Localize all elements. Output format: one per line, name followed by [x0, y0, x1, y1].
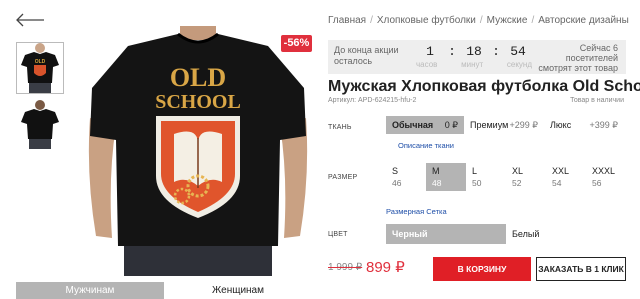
color-option-white[interactable]: Белый	[506, 224, 626, 244]
timer-digits: 1 : 18 : 54	[420, 44, 528, 59]
fabric-option-premium[interactable]: Премиум +299 ₽	[464, 116, 544, 134]
breadcrumb-mens[interactable]: Мужские	[487, 15, 528, 26]
breadcrumb-separator: /	[479, 15, 483, 26]
size-letter: S	[392, 166, 399, 176]
svg-text:OLD: OLD	[35, 59, 46, 65]
print-text-school: SCHOOL	[155, 91, 241, 113]
tab-women[interactable]: Женщинам	[164, 282, 312, 299]
fabric-options: Обычная 0 ₽ Премиум +299 ₽ Люкс +399 ₽	[386, 116, 626, 134]
breadcrumb-author-designs[interactable]: Авторские дизайны	[538, 15, 629, 26]
fabric-option-name: Премиум	[470, 120, 509, 130]
size-number: 54	[552, 178, 562, 188]
color-option-black[interactable]: Черный	[386, 224, 506, 244]
size-number: 56	[592, 178, 602, 188]
size-options: S 46 M 48 L 50 XL 52 XXL 54 XXXL 56	[386, 163, 626, 191]
product-sku: Артикул: APD-624215-hfu-2	[328, 97, 417, 104]
timer-colon: :	[448, 44, 456, 59]
size-number: 50	[472, 178, 482, 188]
fabric-option-price: +299 ₽	[509, 119, 539, 130]
fabric-option-regular[interactable]: Обычная 0 ₽	[386, 116, 464, 134]
breadcrumb-home[interactable]: Главная	[328, 15, 366, 26]
product-main-image: OLD SCHOOL	[82, 26, 314, 276]
size-option-xl[interactable]: XL 52	[506, 163, 546, 191]
timer-colon: :	[492, 44, 500, 59]
timer-seconds: 54	[510, 44, 526, 59]
size-number: 48	[432, 178, 442, 188]
fabric-option-name: Люкс	[550, 120, 572, 130]
color-options: Черный Белый	[386, 224, 626, 244]
tshirt-back-thumbnail-image	[17, 99, 63, 149]
size-label: РАЗМЕР	[328, 174, 358, 181]
breadcrumb-separator: /	[370, 15, 373, 26]
size-letter: XL	[512, 166, 524, 176]
timer-unit-hours: часов	[416, 60, 438, 69]
tshirt-front-thumbnail-image: OLD	[17, 43, 63, 93]
breadcrumb-separator: /	[531, 15, 535, 26]
tab-men[interactable]: Мужчинам	[16, 282, 164, 299]
size-chart-link[interactable]: Размерная Сетка	[386, 207, 447, 216]
size-option-xxl[interactable]: XXL 54	[546, 163, 586, 191]
discount-badge: -56%	[281, 35, 312, 52]
size-letter: M	[432, 166, 440, 176]
fabric-option-lux[interactable]: Люкс +399 ₽	[544, 116, 624, 134]
timer-hours: 1	[426, 44, 434, 59]
color-label: ЦВЕТ	[328, 231, 348, 238]
sale-price: 899 ₽	[366, 259, 405, 276]
fabric-option-price: 0 ₽	[444, 119, 458, 130]
timer-minutes: 18	[466, 44, 482, 59]
size-option-m[interactable]: M 48	[426, 163, 466, 191]
size-number: 52	[512, 178, 522, 188]
viewers-count-text: Сейчас 6 посетителей смотрят этот товар	[538, 43, 618, 73]
add-to-cart-button[interactable]: В КОРЗИНУ	[433, 257, 531, 281]
timer-unit-minutes: минут	[461, 60, 484, 69]
fabric-option-price: +399 ₽	[589, 119, 619, 130]
back-arrow-icon[interactable]	[14, 12, 46, 28]
size-option-s[interactable]: S 46	[386, 163, 426, 191]
breadcrumb-cotton-tshirts[interactable]: Хлопковые футболки	[377, 15, 476, 26]
breadcrumb: Главная / Хлопковые футболки / Мужские / Автор…	[328, 15, 629, 26]
old-price: 1 999 ₽	[328, 262, 363, 273]
gender-tabs: Мужчинам Женщинам	[16, 282, 312, 299]
tshirt-illustration: OLD SCHOOL	[82, 26, 314, 276]
size-number: 46	[392, 178, 402, 188]
thumbnail-front[interactable]: OLD	[16, 42, 64, 94]
size-letter: L	[472, 166, 478, 176]
thumbnail-back[interactable]	[16, 98, 64, 150]
fabric-option-name: Обычная	[392, 120, 434, 130]
timer-unit-seconds: секунд	[506, 60, 532, 69]
print-text-old: OLD	[170, 63, 226, 92]
size-letter: XXL	[552, 166, 570, 176]
timer-units: часов минут секунд	[416, 60, 532, 69]
size-option-xxxl[interactable]: XXXL 56	[586, 163, 626, 191]
product-title: Мужская Хлопковая футболка Old School	[328, 78, 640, 95]
timer-label: До конца акции осталось	[334, 45, 399, 66]
fabric-description-link[interactable]: Описание ткани	[398, 141, 454, 150]
size-letter: XXXL	[592, 166, 616, 176]
promo-timer: До конца акции осталось 1 : 18 : 54 часо…	[328, 40, 626, 74]
stock-status: Товар в наличии	[570, 97, 624, 104]
size-option-l[interactable]: L 50	[466, 163, 506, 191]
fabric-label: ТКАНЬ	[328, 124, 352, 131]
one-click-order-button[interactable]: ЗАКАЗАТЬ В 1 КЛИК	[536, 257, 626, 281]
